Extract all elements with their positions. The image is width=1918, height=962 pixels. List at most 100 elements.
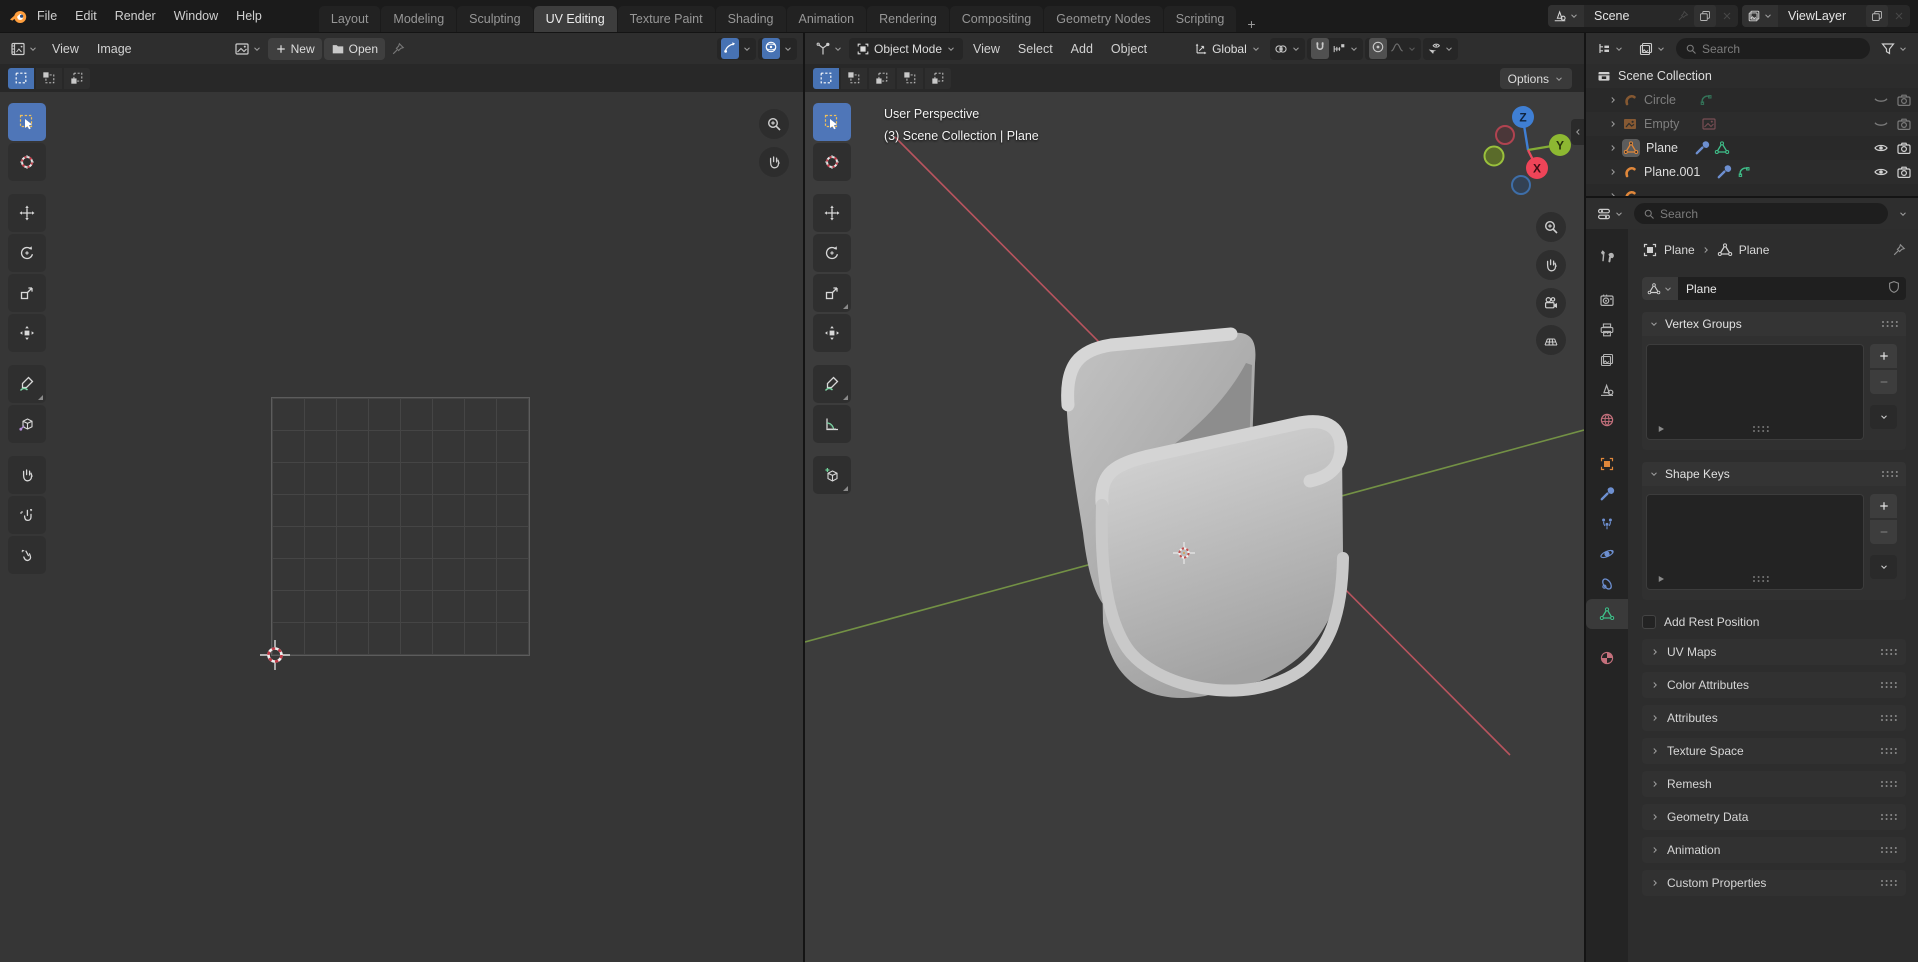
viewlayer-name[interactable]: ViewLayer (1778, 9, 1866, 23)
tool-rotate[interactable] (813, 234, 851, 272)
tool-move[interactable] (813, 194, 851, 232)
remove-shape-key-button[interactable] (1870, 520, 1897, 544)
tab-render[interactable] (1586, 285, 1628, 315)
select-mode-extend-button[interactable] (36, 68, 62, 89)
tab-world[interactable] (1586, 405, 1628, 435)
outliner-search-input[interactable]: Search (1676, 38, 1870, 59)
panel-custom-properties[interactable]: Custom Properties (1642, 870, 1906, 896)
panel-attributes[interactable]: Attributes (1642, 705, 1906, 731)
tool-annotate[interactable] (8, 365, 46, 403)
outliner-filter-button[interactable] (1876, 39, 1912, 59)
tab-particles[interactable] (1586, 509, 1628, 539)
scene-unlink-button[interactable] (1716, 5, 1738, 27)
blender-logo[interactable] (8, 6, 28, 26)
vp-ortho-toggle-button[interactable] (1536, 325, 1566, 355)
menu-edit[interactable]: Edit (66, 9, 106, 23)
breadcrumb-data[interactable]: Plane (1739, 243, 1770, 257)
visibility-dropdown[interactable] (1423, 38, 1458, 60)
hide-eye-closed-icon[interactable] (1873, 92, 1889, 108)
scene-new-button[interactable] (1694, 5, 1716, 27)
expand-chevron-icon[interactable] (1608, 167, 1618, 177)
tab-sculpting[interactable]: Sculpting (457, 6, 532, 32)
shape-keys-list[interactable] (1646, 494, 1864, 590)
vp-zoom-button[interactable] (1536, 212, 1566, 242)
tab-tool[interactable] (1586, 241, 1628, 271)
options-button[interactable]: Options (1500, 68, 1572, 89)
menu-help[interactable]: Help (227, 9, 271, 23)
select-mode-invert-button[interactable] (897, 68, 923, 89)
transform-orientation-selector[interactable]: Global (1187, 38, 1268, 60)
tool-annotate[interactable] (813, 365, 851, 403)
list-expand-icon[interactable] (1655, 573, 1667, 585)
expand-chevron-icon[interactable] (1608, 119, 1618, 129)
chevron-down-icon[interactable] (783, 44, 793, 54)
tab-object[interactable] (1586, 449, 1628, 479)
panel-grip-icon[interactable] (1880, 647, 1898, 657)
vp-pan-button[interactable] (1536, 250, 1566, 280)
breadcrumb-object[interactable]: Plane (1664, 243, 1695, 257)
vp-menu-add[interactable]: Add (1063, 42, 1101, 56)
gizmo-axis-neg-x[interactable] (1496, 126, 1514, 144)
uv-editor-type-button[interactable] (6, 39, 42, 59)
panel-grip-icon[interactable] (1880, 845, 1898, 855)
panel-grip-icon[interactable] (1881, 319, 1899, 329)
mode-selector[interactable]: Object Mode (849, 38, 963, 60)
panel-grip-icon[interactable] (1880, 878, 1898, 888)
select-mode-set-button[interactable] (8, 68, 34, 89)
pivot-point-selector[interactable] (1270, 38, 1305, 60)
outliner-editor-type-button[interactable] (1592, 39, 1628, 59)
panel-color-attributes[interactable]: Color Attributes (1642, 672, 1906, 698)
shape-key-specials-button[interactable] (1870, 555, 1897, 579)
pin-icon[interactable] (1892, 243, 1906, 257)
panel-grip-icon[interactable] (1880, 779, 1898, 789)
scene-pin-button[interactable] (1672, 5, 1694, 27)
gizmo-axis-neg-z[interactable] (1512, 176, 1530, 194)
panel-grip-icon[interactable] (1880, 812, 1898, 822)
tab-shading[interactable]: Shading (716, 6, 786, 32)
menu-window[interactable]: Window (165, 9, 227, 23)
add-workspace-button[interactable]: + (1237, 16, 1265, 32)
list-resize-grip-icon[interactable] (1752, 574, 1770, 584)
uv-2d-cursor[interactable] (258, 638, 292, 672)
vp-menu-view[interactable]: View (965, 42, 1008, 56)
vp-menu-select[interactable]: Select (1010, 42, 1061, 56)
tab-texture-paint[interactable]: Texture Paint (618, 6, 715, 32)
viewport-editor-type-button[interactable] (811, 39, 847, 59)
uv-pin-button[interactable] (387, 40, 409, 58)
select-mode-intersect-button[interactable] (925, 68, 951, 89)
hide-eye-closed-icon[interactable] (1873, 116, 1889, 132)
render-camera-icon[interactable] (1896, 140, 1912, 156)
tool-rotate[interactable] (8, 234, 46, 272)
gizmo-axis-neg-y[interactable] (1485, 147, 1504, 166)
open-image-button[interactable]: Open (324, 38, 385, 60)
visibility-eye-icon[interactable] (1873, 164, 1889, 180)
tool-cursor[interactable] (8, 143, 46, 181)
vertex-groups-list[interactable] (1646, 344, 1864, 440)
panel-grip-icon[interactable] (1880, 680, 1898, 690)
chevron-down-icon[interactable] (1349, 44, 1359, 54)
tool-zoom-view[interactable] (8, 496, 46, 534)
outliner-row-plane[interactable]: Plane (1586, 136, 1918, 160)
tab-scripting[interactable]: Scripting (1164, 6, 1237, 32)
scene-browse-button[interactable] (1548, 5, 1584, 27)
expand-chevron-icon[interactable] (1608, 143, 1618, 153)
image-browse-button[interactable] (230, 39, 266, 59)
list-expand-icon[interactable] (1655, 423, 1667, 435)
select-mode-subtract-button[interactable] (869, 68, 895, 89)
gizmo-axis-x[interactable]: X (1526, 157, 1548, 179)
tab-uv-editing[interactable]: UV Editing (534, 6, 617, 32)
menu-render[interactable]: Render (106, 9, 165, 23)
visibility-eye-icon[interactable] (1873, 140, 1889, 156)
add-rest-position-checkbox[interactable] (1642, 615, 1656, 629)
tab-rendering[interactable]: Rendering (867, 6, 949, 32)
uv-zoom-button[interactable] (759, 109, 789, 139)
fake-user-shield-button[interactable] (1882, 280, 1906, 297)
outliner-row-scene-collection[interactable]: Scene Collection (1586, 64, 1918, 88)
render-camera-icon[interactable] (1896, 164, 1912, 180)
panel-geometry-data[interactable]: Geometry Data (1642, 804, 1906, 830)
tool-pan-view[interactable] (8, 456, 46, 494)
outliner-row-clipped[interactable] (1586, 184, 1918, 196)
tab-output[interactable] (1586, 315, 1628, 345)
tool-tweak-select[interactable] (8, 103, 46, 141)
chevron-down-icon[interactable] (742, 44, 752, 54)
